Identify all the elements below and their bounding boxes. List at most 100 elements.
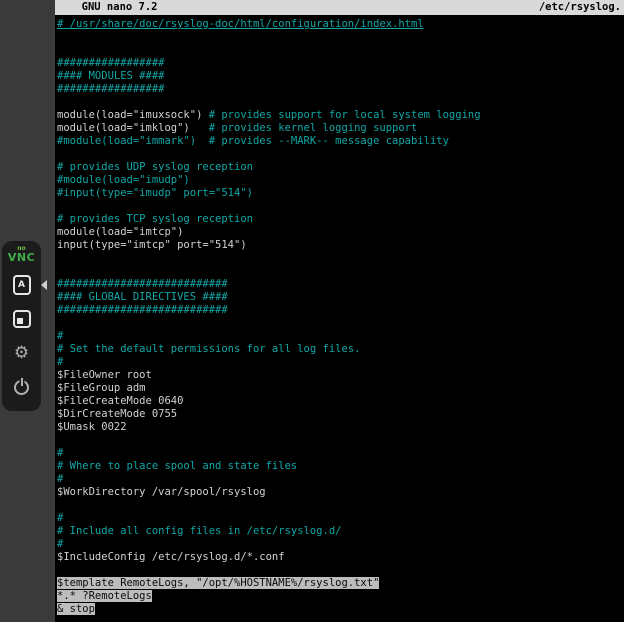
comment-text: # (57, 512, 63, 524)
editor-line: # provides UDP syslog reception (57, 161, 624, 174)
editor-line: module(load="imtcp") (57, 226, 624, 239)
editor-line: & stop (57, 603, 624, 616)
comment-text: ########################### (57, 278, 228, 290)
editor-line: module(load="imklog") # provides kernel … (57, 122, 624, 135)
editor-line: $FileOwner root (57, 369, 624, 382)
editor-line: # /usr/share/doc/rsyslog-doc/html/config… (57, 18, 624, 31)
power-icon (14, 380, 29, 395)
nano-titlebar: GNU nano 7.2 /etc/rsyslog. (55, 0, 624, 15)
editor-line (57, 317, 624, 330)
editor-line: $Umask 0022 (57, 421, 624, 434)
comment-text: # provides support for local system logg… (209, 109, 481, 121)
comment-text: ################# (57, 83, 164, 95)
editor-line (57, 265, 624, 278)
code-text: $Umask 0022 (57, 421, 127, 433)
code-text: $WorkDirectory /var/spool/rsyslog (57, 486, 266, 498)
comment-text: #### MODULES #### (57, 70, 164, 82)
editor-line: $FileGroup adm (57, 382, 624, 395)
editor-line: $template RemoteLogs, "/opt/%HOSTNAME%/r… (57, 577, 624, 590)
comment-text: # (57, 538, 63, 550)
editor-line: # (57, 356, 624, 369)
power-button[interactable] (9, 374, 35, 400)
clipboard-button[interactable]: A (9, 272, 35, 298)
clipboard-icon: A (13, 275, 31, 295)
comment-text: # /usr/share/doc/rsyslog-doc/html/config… (57, 18, 424, 30)
code-text: $DirCreateMode 0755 (57, 408, 177, 420)
nano-version: GNU nano 7.2 (69, 0, 158, 15)
editor-line: *.* ?RemoteLogs (57, 590, 624, 603)
editor-line: # Include all config files in /etc/rsysl… (57, 525, 624, 538)
comment-text: # Set the default permissions for all lo… (57, 343, 360, 355)
editor-line: # (57, 447, 624, 460)
novnc-logo-text: VNC (8, 252, 35, 263)
vnc-terminal-screen[interactable]: GNU nano 7.2 /etc/rsyslog. # /usr/share/… (55, 0, 624, 622)
editor-line (57, 148, 624, 161)
editor-line (57, 499, 624, 512)
editor-line (57, 564, 624, 577)
comment-text: #module(load="immark") # provides --MARK… (57, 135, 449, 147)
code-text: $IncludeConfig /etc/rsyslog.d/*.conf (57, 551, 285, 563)
editor-line: # (57, 473, 624, 486)
editor-content: # /usr/share/doc/rsyslog-doc/html/config… (55, 15, 624, 616)
editor-line: $IncludeConfig /etc/rsyslog.d/*.conf (57, 551, 624, 564)
editor-line (57, 434, 624, 447)
editor-line: $DirCreateMode 0755 (57, 408, 624, 421)
editor-line: ################# (57, 83, 624, 96)
comment-text: # provides kernel logging support (209, 122, 418, 134)
comment-text: #### GLOBAL DIRECTIVES #### (57, 291, 228, 303)
fullscreen-button[interactable] (9, 306, 35, 332)
novnc-logo: no VNC (8, 246, 35, 263)
code-text: $FileCreateMode 0640 (57, 395, 183, 407)
comment-text: #module(load="imudp") (57, 174, 190, 186)
code-text: *.* ?RemoteLogs (57, 590, 152, 602)
editor-line: #module(load="imudp") (57, 174, 624, 187)
editor-line: #module(load="immark") # provides --MARK… (57, 135, 624, 148)
comment-text: # provides UDP syslog reception (57, 161, 253, 173)
code-text: $FileOwner root (57, 369, 152, 381)
comment-text: #input(type="imudp" port="514") (57, 187, 253, 199)
editor-line: #### GLOBAL DIRECTIVES #### (57, 291, 624, 304)
settings-button[interactable]: ⚙ (9, 340, 35, 366)
editor-line: ################# (57, 57, 624, 70)
novnc-control-bar: no VNC A ⚙ (2, 241, 41, 411)
control-bar-handle-icon[interactable] (41, 280, 47, 290)
comment-text: # provides TCP syslog reception (57, 213, 253, 225)
editor-line: ########################### (57, 278, 624, 291)
editor-line: $FileCreateMode 0640 (57, 395, 624, 408)
comment-text: # Where to place spool and state files (57, 460, 297, 472)
code-text: input(type="imtcp" port="514") (57, 239, 247, 251)
fullscreen-icon (13, 310, 31, 328)
code-text: $FileGroup adm (57, 382, 146, 394)
code-text: $template RemoteLogs, "/opt/%HOSTNAME%/r… (57, 577, 379, 589)
editor-line: # provides TCP syslog reception (57, 213, 624, 226)
editor-line (57, 252, 624, 265)
comment-text: # Include all config files in /etc/rsysl… (57, 525, 341, 537)
editor-line: #### MODULES #### (57, 70, 624, 83)
editor-line (57, 44, 624, 57)
editor-line (57, 31, 624, 44)
comment-text: ########################### (57, 304, 228, 316)
gear-icon: ⚙ (14, 345, 29, 362)
comment-text: # (57, 356, 63, 368)
comment-text: # (57, 447, 63, 459)
editor-line: $WorkDirectory /var/spool/rsyslog (57, 486, 624, 499)
editor-line (57, 200, 624, 213)
code-text: & stop (57, 603, 95, 615)
nano-filename: /etc/rsyslog. (539, 0, 621, 15)
comment-text: # (57, 473, 63, 485)
editor-line: module(load="imuxsock") # provides suppo… (57, 109, 624, 122)
editor-line: # (57, 538, 624, 551)
editor-line (57, 96, 624, 109)
editor-line: # (57, 512, 624, 525)
editor-line: input(type="imtcp" port="514") (57, 239, 624, 252)
comment-text: ################# (57, 57, 164, 69)
comment-text: # (57, 330, 63, 342)
code-text: module(load="imuxsock") (57, 109, 209, 121)
code-text: module(load="imtcp") (57, 226, 183, 238)
editor-line: ########################### (57, 304, 624, 317)
editor-line: #input(type="imudp" port="514") (57, 187, 624, 200)
editor-line: # Set the default permissions for all lo… (57, 343, 624, 356)
editor-line: # (57, 330, 624, 343)
editor-line: # Where to place spool and state files (57, 460, 624, 473)
code-text: module(load="imklog") (57, 122, 209, 134)
